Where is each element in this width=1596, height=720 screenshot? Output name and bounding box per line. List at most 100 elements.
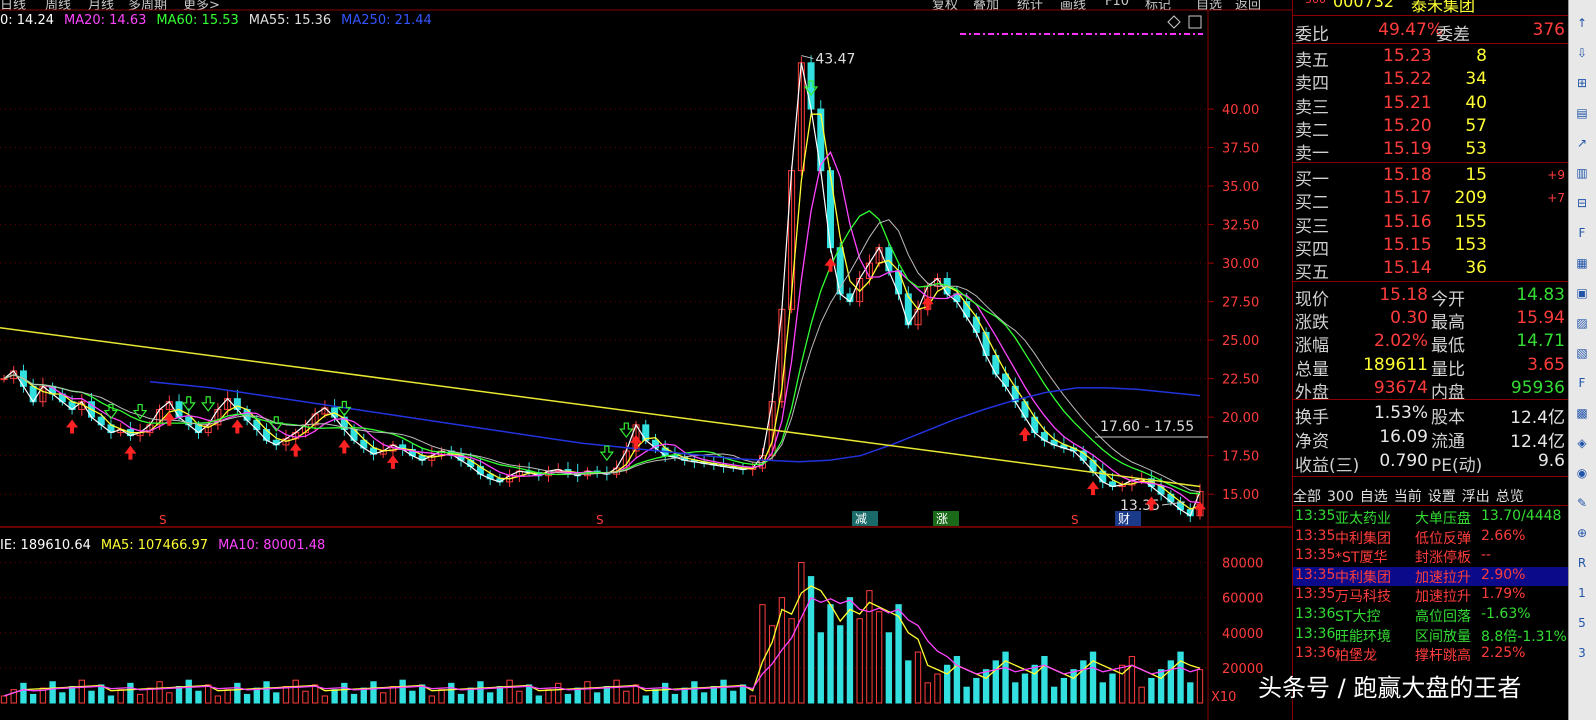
toolbar-tool-icon[interactable]: F	[1573, 224, 1591, 242]
volume-bar	[759, 604, 766, 704]
volume-bar	[292, 679, 299, 704]
toolbar-tool-icon[interactable]: ⇩	[1573, 44, 1591, 62]
volume-bar	[29, 693, 37, 704]
volume-bar	[642, 695, 649, 704]
volume-bar	[885, 632, 893, 704]
news-tab-4[interactable]: 设置	[1428, 489, 1456, 505]
toolbar-tool-icon[interactable]: ▦	[1573, 254, 1591, 272]
price-axis-label: 25.00	[1222, 334, 1259, 349]
toolbar-tool-icon[interactable]: ▩	[1573, 404, 1591, 422]
stat-value: 189611	[1363, 354, 1428, 375]
toolbar-tool-icon[interactable]: ▧	[1573, 344, 1591, 362]
sell-level-label: 卖五	[1295, 51, 1329, 71]
volume-bar	[282, 685, 290, 704]
volume-bar	[632, 684, 640, 704]
toolbar-tool-icon[interactable]: ▥	[1573, 164, 1591, 182]
news-tab-2[interactable]: 自选	[1360, 489, 1388, 505]
toolbar-tool-icon[interactable]: ↗	[1573, 134, 1591, 152]
s-marker: S	[159, 513, 167, 527]
volume-bar	[1138, 686, 1145, 704]
news-item[interactable]: 13:36 柏堡龙 撑杆跳高 2.25%	[1293, 645, 1569, 664]
volume-bar	[311, 684, 319, 704]
toolbar-tool-icon[interactable]: ✎	[1573, 494, 1591, 512]
volume-bar	[1089, 651, 1097, 704]
volume-bar	[1041, 655, 1048, 704]
buy-level-row: 买一 15.18 15 +9	[1293, 164, 1569, 190]
news-tab-0[interactable]: 全部	[1293, 489, 1321, 505]
sell-arrow-icon	[619, 422, 634, 439]
stat2-label: 换手	[1295, 408, 1329, 428]
volume-bar	[205, 684, 212, 704]
news-item[interactable]: 13:35 *ST厦华 封涨停板 --	[1293, 547, 1569, 566]
stat2-value: 12.4亿	[1510, 432, 1565, 452]
volume-bar	[603, 685, 611, 704]
toolbar-tool-icon[interactable]: R	[1573, 554, 1591, 572]
volume-bar	[409, 690, 416, 704]
news-stock-name: 亚太药业	[1335, 511, 1391, 527]
volume-bar	[467, 687, 474, 704]
news-item[interactable]: 13:35 亚太药业 大单压盘 13.70/4448	[1293, 508, 1569, 527]
toolbar-tool-icon[interactable]: F	[1573, 374, 1591, 392]
side-toolbar: ↑ ⇩ ⊞ ▤ ↗ ▥ ⊟ F ▦ ▣ ▨ ▧ F ▩ ◈ ◉ ✎ ⊕ R 1 5 3	[1568, 0, 1596, 720]
volume-bar	[68, 685, 76, 704]
stock-code: 000732	[1333, 0, 1395, 11]
stock-header: 500 000732 泰禾集团	[1293, 0, 1569, 15]
watermark: 头条号 / 跑赢大盘的王者	[1258, 674, 1522, 702]
toolbar-tool-icon[interactable]: ▤	[1573, 104, 1591, 122]
sell-level-label: 卖二	[1295, 120, 1329, 141]
toolbar-tool-icon[interactable]: ⊞	[1573, 74, 1591, 92]
index-label: 500	[1305, 0, 1326, 6]
weibi-row: 委比 49.47% 委差 376	[1293, 19, 1569, 45]
stat-value: 3.65	[1527, 354, 1565, 375]
news-value: 2.66%	[1481, 527, 1526, 544]
stat2-label: 股本	[1431, 408, 1465, 428]
volume-bar	[370, 681, 377, 704]
stat-value: 14.83	[1516, 285, 1565, 305]
toolbar-tool-icon[interactable]: 1	[1573, 584, 1591, 602]
candle-body	[895, 270, 903, 295]
weibi-label: 委比	[1295, 25, 1329, 45]
news-item[interactable]: 13:36 ST大控 高位回落 -1.63%	[1293, 606, 1569, 625]
news-tab-1[interactable]: 300	[1327, 489, 1354, 505]
quote-stat2-row: 净资 16.09 流通 12.4亿	[1293, 426, 1569, 452]
toolbar-tool-icon[interactable]: ◈	[1573, 434, 1591, 452]
toolbar-tool-icon[interactable]: 5	[1573, 614, 1591, 632]
volume-bar	[710, 685, 717, 704]
volume-bar	[1187, 682, 1194, 704]
volume-bar	[662, 682, 669, 704]
toolbar-tool-icon[interactable]: ⊕	[1573, 524, 1591, 542]
sell-level-label: 卖一	[1295, 144, 1329, 165]
stat-value: 15.94	[1516, 308, 1565, 329]
news-stock-name: 万马科技	[1335, 589, 1391, 606]
news-item[interactable]: 13:35 中利集团 加速拉升 2.90%	[1293, 566, 1569, 586]
buy-arrow-icon	[1018, 427, 1031, 442]
buy-level-label: 买三	[1295, 216, 1329, 237]
volume-bar	[1177, 651, 1184, 704]
sell-level-label: 卖四	[1295, 74, 1329, 95]
toolbar-tool-icon[interactable]: 3	[1573, 644, 1591, 662]
toolbar-tool-icon[interactable]: ▨	[1573, 314, 1591, 332]
buy-level-change: +9	[1547, 168, 1565, 182]
quote-stat-row: 现价 15.18 今开 14.83	[1293, 284, 1569, 310]
news-item[interactable]: 13:35 中利集团 低位反弹 2.66%	[1293, 528, 1569, 547]
toolbar-tool-icon[interactable]: ⊟	[1573, 194, 1591, 212]
news-item[interactable]: 13:36 旺能环境 区间放量 8.8倍-1.31%	[1293, 626, 1569, 645]
volume-bar	[88, 690, 95, 704]
sell-level-row: 卖三 15.21 40	[1293, 92, 1569, 118]
news-tab-3[interactable]: 当前	[1394, 489, 1422, 505]
news-tab-6[interactable]: 总览	[1496, 489, 1524, 505]
volume-bar	[564, 693, 572, 704]
kline-chart[interactable]: 40.00 37.50 35.00 32.50 30.00 27.50 25.00 22.50…	[0, 0, 1292, 720]
toolbar-tool-icon[interactable]: ↑	[1573, 14, 1591, 32]
volume-axis-label: 40000	[1222, 627, 1263, 642]
volume-bar	[506, 679, 513, 704]
tag-fin: 财	[1118, 512, 1130, 526]
news-value: 2.90%	[1481, 566, 1526, 583]
buy-level-label: 买二	[1295, 193, 1329, 214]
news-item[interactable]: 13:35 万马科技 加速拉升 1.79%	[1293, 586, 1569, 605]
toolbar-tool-icon[interactable]: ◉	[1573, 464, 1591, 482]
buy-level-price: 15.15	[1383, 234, 1432, 255]
news-stock-name: *ST厦华	[1335, 550, 1388, 567]
news-tab-5[interactable]: 浮出	[1462, 489, 1490, 505]
toolbar-tool-icon[interactable]: ▣	[1573, 284, 1591, 302]
